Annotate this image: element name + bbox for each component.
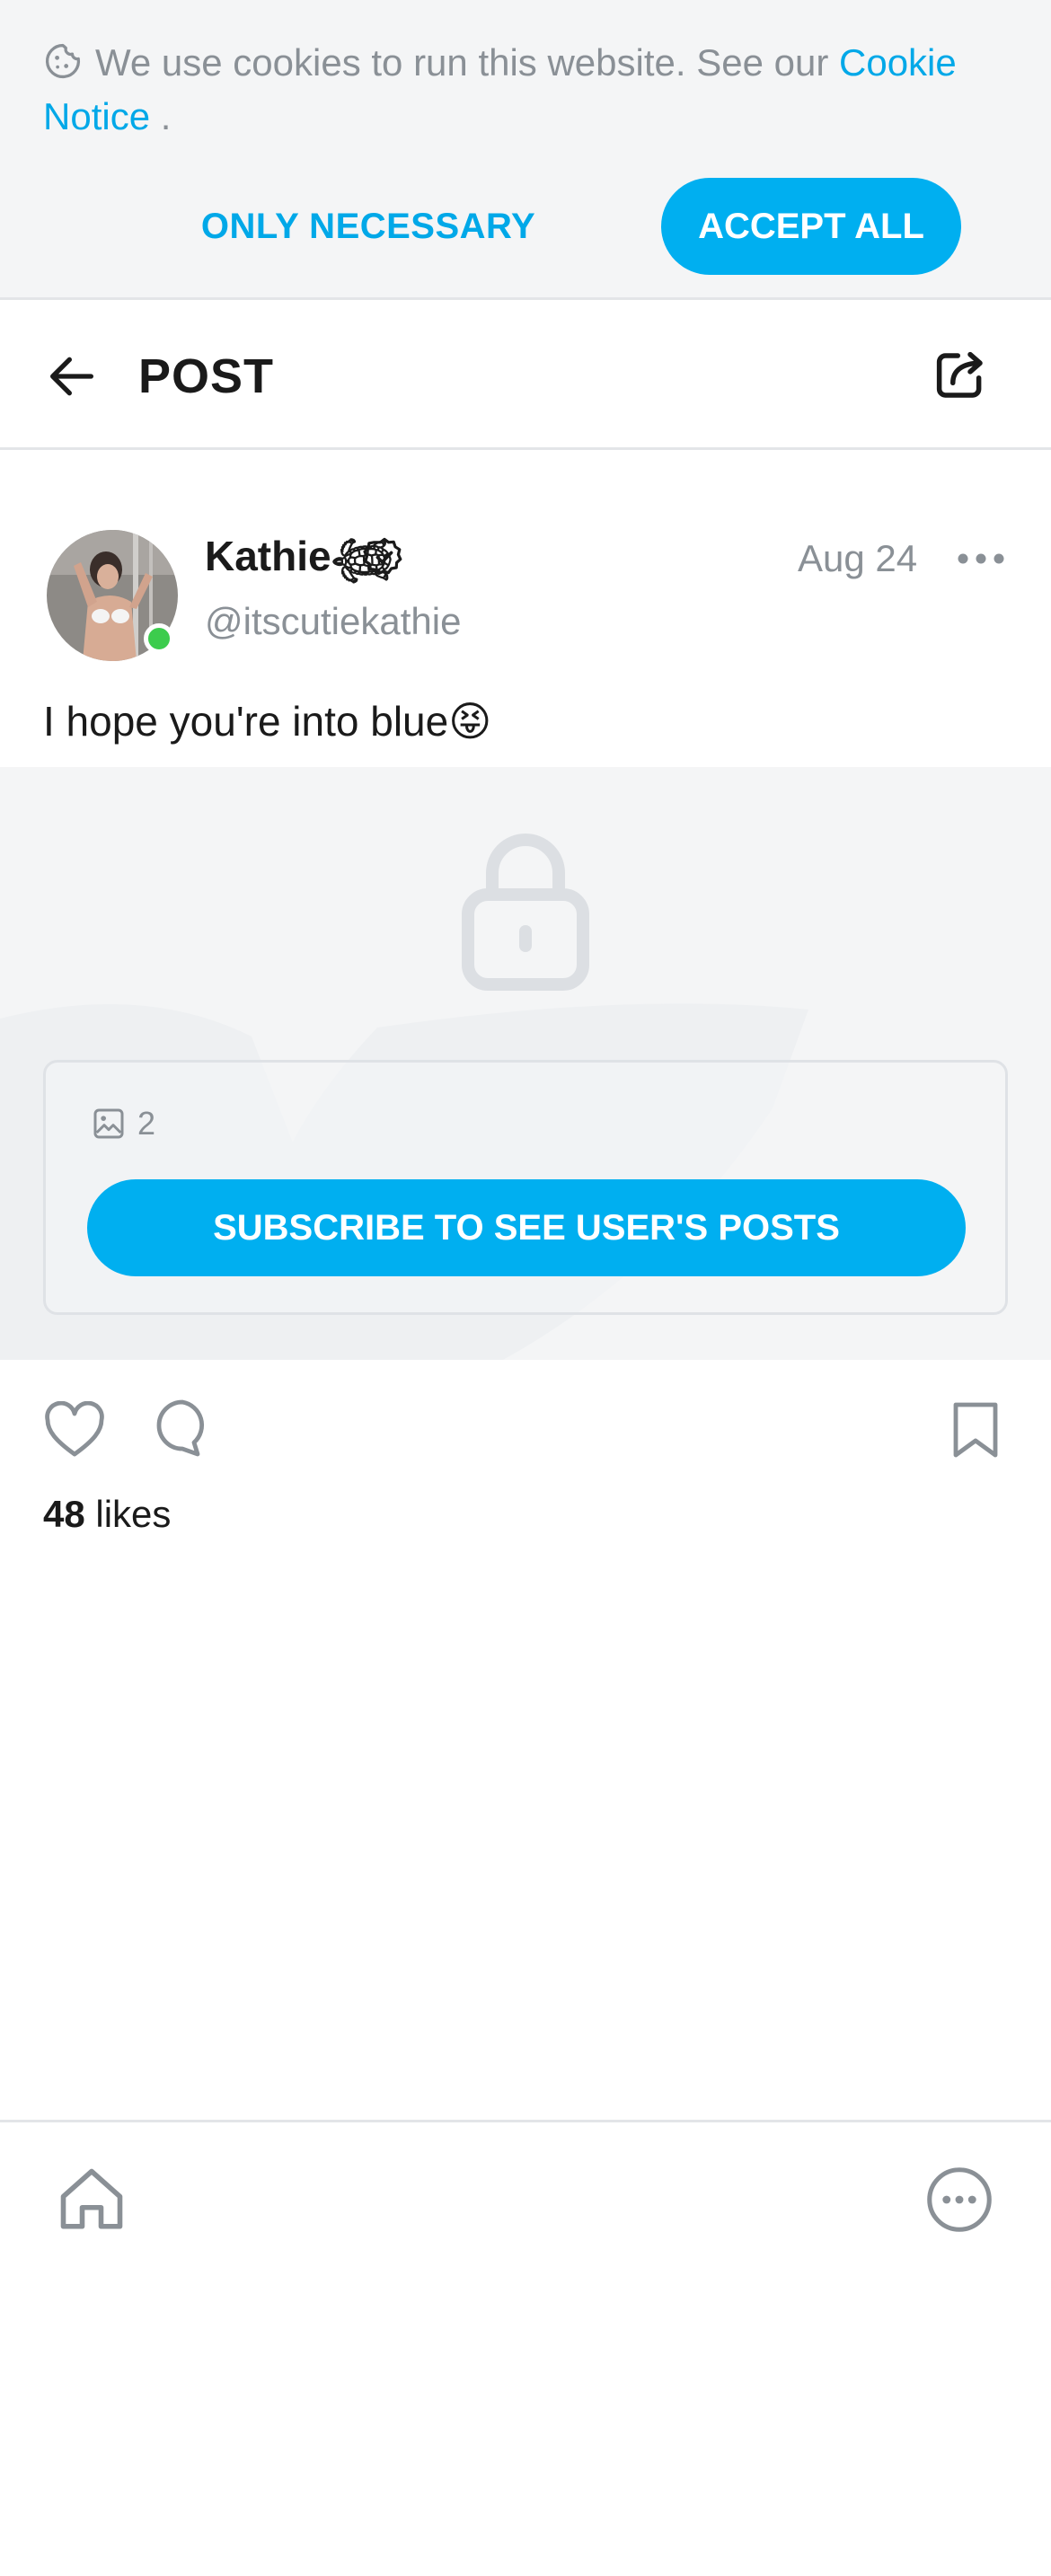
media-count-value: 2: [137, 1105, 156, 1142]
accept-all-button[interactable]: ACCEPT ALL: [661, 178, 961, 275]
cookie-suffix: .: [150, 95, 172, 137]
likes-number: 48: [43, 1493, 85, 1535]
subscribe-button[interactable]: SUBSCRIBE TO SEE USER'S POSTS: [87, 1179, 966, 1276]
home-icon[interactable]: [54, 2162, 129, 2237]
bottom-navigation: [0, 2120, 1051, 2576]
likes-label: likes: [84, 1493, 172, 1535]
media-count: 2: [91, 1104, 155, 1143]
cookie-banner: We use cookies to run this website. See …: [0, 0, 1051, 343]
image-icon: [93, 1108, 124, 1139]
cookie-message: We use cookies to run this website. See …: [43, 36, 995, 144]
back-arrow-icon[interactable]: [43, 348, 101, 405]
only-necessary-cookies-button[interactable]: ONLY NECESSARY COOKIES: [117, 178, 620, 343]
likes-count: 48 likes: [43, 1487, 171, 1541]
media-card: 2 SUBSCRIBE TO SEE USER'S POSTS: [43, 1060, 1008, 1315]
comment-icon[interactable]: [155, 1398, 210, 1459]
heart-icon[interactable]: [43, 1401, 106, 1459]
lock-icon: [462, 834, 589, 991]
post-text: I hope you're into blue😝: [43, 698, 492, 745]
share-icon[interactable]: [931, 346, 990, 405]
page-header: POST: [0, 303, 1051, 450]
author-handle[interactable]: @itscutiekathie: [205, 595, 461, 648]
locked-media: 2 SUBSCRIBE TO SEE USER'S POSTS: [0, 767, 1051, 1360]
more-icon[interactable]: [956, 543, 1006, 575]
online-status-dot: [144, 623, 174, 654]
verified-icon: [363, 537, 402, 575]
page-title: POST: [138, 349, 275, 403]
bookmark-icon[interactable]: [950, 1399, 1001, 1460]
menu-icon[interactable]: [925, 2166, 994, 2234]
cookie-text: We use cookies to run this website. See …: [95, 41, 829, 84]
cookie-icon: [45, 43, 81, 79]
post-date: Aug 24: [798, 537, 918, 579]
